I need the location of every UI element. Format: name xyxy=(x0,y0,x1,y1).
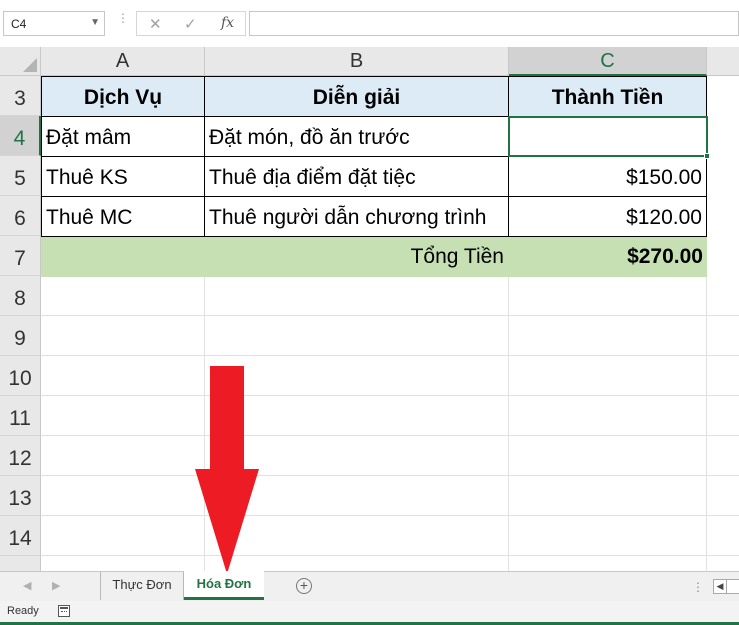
drag-handle-icon[interactable]: ⋮ xyxy=(117,12,129,24)
sheet-tab-bar: ◀ ▶ Thực Đơn Hóa Đơn + ⋮ ◀ xyxy=(0,571,739,601)
table-header-description[interactable]: Diễn giải xyxy=(204,76,509,117)
formula-buttons: ✕ ✓ fx xyxy=(136,11,246,36)
cell-a4[interactable]: Đặt mâm xyxy=(41,116,205,157)
cell-b5[interactable]: Thuê địa điểm đặt tiệc xyxy=(204,156,509,197)
gridline xyxy=(41,395,739,396)
cell-c6[interactable]: $120.00 xyxy=(508,196,707,237)
row-header-6[interactable]: 6 xyxy=(0,196,41,236)
total-label[interactable]: Tổng Tiền xyxy=(204,237,508,277)
cell-b6[interactable]: Thuê người dẫn chương trình xyxy=(204,196,509,237)
active-cell-selection[interactable] xyxy=(508,116,708,157)
cancel-icon[interactable]: ✕ xyxy=(149,15,162,33)
table-header-service[interactable]: Dịch Vụ xyxy=(41,76,205,117)
gridline xyxy=(41,355,739,356)
sheet-tab-thuc-don[interactable]: Thực Đơn xyxy=(100,572,184,600)
row-header-9[interactable]: 9 xyxy=(0,316,41,356)
select-all-button[interactable] xyxy=(0,47,41,76)
row-header-4[interactable]: 4 xyxy=(0,116,41,156)
gridline xyxy=(41,475,739,476)
table-header-amount[interactable]: Thành Tiền xyxy=(508,76,707,117)
sheet-tab-hoa-don[interactable]: Hóa Đơn xyxy=(184,571,264,600)
splitter-handle-icon[interactable]: ⋮ xyxy=(692,580,704,594)
horizontal-scroll-left-button[interactable]: ◀ xyxy=(713,579,727,594)
spreadsheet-grid: A B C 3 4 5 6 7 8 9 10 11 12 13 14 Dịch … xyxy=(0,47,739,571)
row-header-3[interactable]: 3 xyxy=(0,76,41,116)
column-header-a[interactable]: A xyxy=(41,47,205,76)
add-sheet-button[interactable]: + xyxy=(296,578,312,594)
formula-input[interactable] xyxy=(249,11,739,36)
column-header-d[interactable] xyxy=(707,47,739,76)
row-header-8[interactable]: 8 xyxy=(0,276,41,316)
row-header-14[interactable]: 14 xyxy=(0,516,41,556)
column-header-b[interactable]: B xyxy=(205,47,509,76)
row-header-15[interactable] xyxy=(0,556,41,571)
row-header-5[interactable]: 5 xyxy=(0,156,41,196)
enter-icon[interactable]: ✓ xyxy=(184,15,197,33)
macro-record-icon[interactable] xyxy=(58,605,70,617)
horizontal-scrollbar[interactable] xyxy=(727,579,739,594)
row-header-10[interactable]: 10 xyxy=(0,356,41,396)
cell-a5[interactable]: Thuê KS xyxy=(41,156,205,197)
scroll-left-icon[interactable]: ◀ xyxy=(23,579,31,592)
cell-b4[interactable]: Đặt món, đồ ăn trước xyxy=(204,116,509,157)
total-value[interactable]: $270.00 xyxy=(508,237,707,277)
cell-c5[interactable]: $150.00 xyxy=(508,156,707,197)
cell-a6[interactable]: Thuê MC xyxy=(41,196,205,237)
row-header-13[interactable]: 13 xyxy=(0,476,41,516)
insert-function-icon[interactable]: fx xyxy=(221,15,234,31)
arrow-down-icon xyxy=(195,366,259,574)
column-header-c[interactable]: C xyxy=(509,47,707,76)
row-header-11[interactable]: 11 xyxy=(0,396,41,436)
chevron-down-icon[interactable]: ▼ xyxy=(90,17,100,28)
gridline xyxy=(41,515,739,516)
gridline xyxy=(41,315,739,316)
row-header-12[interactable]: 12 xyxy=(0,436,41,476)
fill-handle[interactable] xyxy=(704,153,710,159)
name-box[interactable]: C4 ▼ xyxy=(3,11,105,36)
scroll-right-icon[interactable]: ▶ xyxy=(52,579,60,592)
name-box-value: C4 xyxy=(11,17,27,31)
formula-bar: C4 ▼ ⋮ ✕ ✓ fx xyxy=(0,0,739,47)
row-header-7[interactable]: 7 xyxy=(0,236,41,276)
gridline xyxy=(41,435,739,436)
status-text: Ready xyxy=(7,605,39,617)
gridline xyxy=(41,555,739,556)
